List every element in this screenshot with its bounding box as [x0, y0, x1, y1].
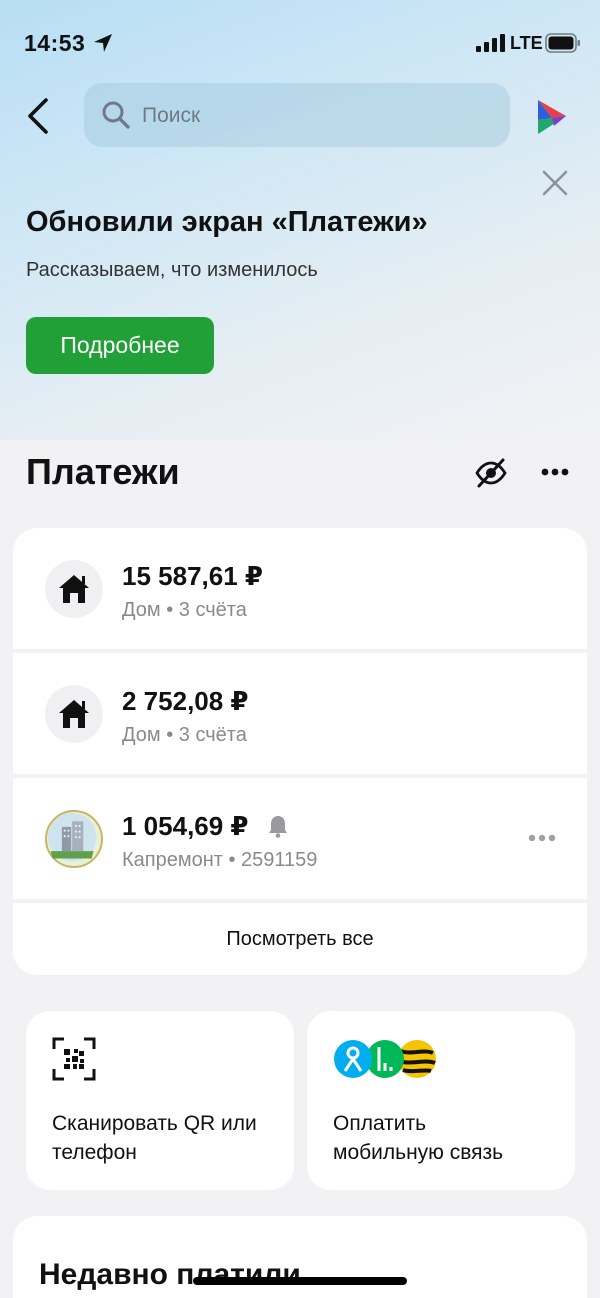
more-options-icon[interactable] — [540, 466, 570, 478]
building-icon — [47, 812, 97, 862]
payment-row[interactable]: 2 752,08 ₽ Дом • 3 счёта — [13, 653, 587, 774]
cellular-signal-icon — [476, 34, 505, 52]
learn-more-button[interactable]: Подробнее — [26, 317, 214, 374]
house-icon — [59, 575, 89, 603]
status-bar: 14:53 LTE — [0, 0, 600, 88]
qr-scan-icon — [52, 1037, 96, 1081]
payment-amount: 1 054,69 ₽ — [122, 811, 249, 841]
banner-title: Обновили экран «Платежи» — [26, 206, 428, 238]
mobile-payment-label: Оплатить мобильную связь — [333, 1109, 503, 1167]
payment-amount: 2 752,08 ₽ — [122, 686, 249, 716]
battery-icon — [545, 33, 580, 53]
payment-row[interactable]: 1 054,69 ₽ Капремонт • 2591159 — [13, 778, 587, 899]
page-title: Платежи — [26, 451, 180, 492]
payment-row[interactable]: 15 587,61 ₽ Дом • 3 счёта — [13, 528, 587, 649]
payment-subtitle: Капремонт • 2591159 — [122, 849, 318, 871]
scan-qr-tile[interactable]: Сканировать QR или телефон — [26, 1011, 294, 1190]
assistant-logo-icon[interactable] — [532, 96, 570, 136]
banner-subtitle: Рассказываем, что изменилось — [26, 259, 318, 281]
recent-payments-card: Недавно платили — [13, 1216, 587, 1298]
mobile-payment-tile[interactable]: Оплатить мобильную связь — [307, 1011, 575, 1190]
home-indicator[interactable] — [193, 1277, 407, 1285]
payment-subtitle: Дом • 3 счёта — [122, 599, 247, 621]
location-arrow-icon — [94, 34, 112, 52]
back-arrow-icon[interactable] — [22, 96, 58, 136]
search-icon — [102, 101, 130, 129]
see-all-button[interactable]: Посмотреть все — [13, 903, 587, 975]
house-icon — [59, 700, 89, 728]
mobile-payment-label-text: Оплатить мобильную связь — [333, 1112, 504, 1164]
close-icon[interactable] — [540, 168, 570, 198]
payment-amount: 15 587,61 ₽ — [122, 561, 263, 591]
mobile-operators-logos — [334, 1040, 436, 1078]
scan-qr-label-text: Сканировать QR или телефон — [52, 1112, 257, 1164]
row-more-icon[interactable] — [527, 833, 557, 843]
payment-avatar — [45, 685, 103, 743]
search-input[interactable]: Поиск — [84, 83, 510, 147]
see-all-container: Посмотреть все — [13, 903, 587, 975]
recent-payments-title: Недавно платили — [39, 1258, 301, 1291]
payment-subtitle: Дом • 3 счёта — [122, 724, 247, 746]
payment-avatar — [45, 560, 103, 618]
status-time: 14:53 — [24, 30, 86, 56]
building-photo — [45, 810, 103, 868]
network-type: LTE — [510, 33, 543, 53]
search-placeholder: Поиск — [142, 104, 201, 127]
bell-icon — [269, 816, 287, 838]
scan-qr-label: Сканировать QR или телефон — [52, 1109, 257, 1167]
hide-balance-eye-icon[interactable] — [474, 456, 508, 490]
